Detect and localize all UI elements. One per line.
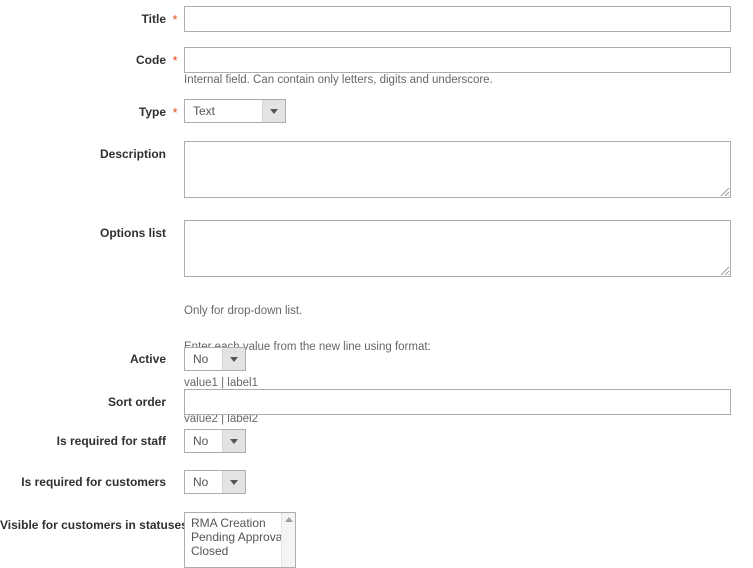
label-title: Title: [141, 12, 166, 26]
sort-order-input[interactable]: [184, 389, 731, 415]
label-sort-order: Sort order: [107, 395, 166, 409]
field-is-required-for-customers: Is required for customers No: [0, 470, 753, 494]
options-note-line-1: Only for drop-down list.: [184, 305, 303, 317]
label-is-required-for-customers: Is required for customers: [21, 475, 166, 489]
label-type: Type: [138, 105, 166, 119]
label-options-list: Options list: [100, 226, 166, 240]
field-active: Active No: [0, 347, 753, 371]
is-required-for-customers-value: No: [193, 475, 209, 489]
type-select-value: Text: [193, 104, 216, 118]
multiselect-option[interactable]: Closed: [191, 544, 281, 558]
field-is-required-for-staff: Is required for staff No: [0, 429, 753, 453]
required-asterisk-type: *: [172, 105, 178, 120]
multiselect-option[interactable]: Pending Approval: [191, 530, 285, 544]
code-note: Internal field. Can contain only letters…: [184, 74, 493, 86]
required-asterisk-code: *: [172, 53, 178, 68]
visible-statuses-multiselect[interactable]: RMA Creation Pending Approval Closed: [184, 512, 296, 568]
label-visible-for-customers-in-statuses: Visible for customers in statuses: [0, 518, 188, 532]
required-asterisk-title: *: [172, 12, 178, 27]
active-select[interactable]: No: [184, 347, 246, 371]
options-list-wrapper: [184, 220, 731, 277]
multiselect-box[interactable]: RMA Creation Pending Approval Closed: [184, 512, 296, 568]
label-active: Active: [129, 352, 166, 366]
chevron-down-icon: [270, 108, 278, 114]
options-note-line-3: value1 | label1: [184, 377, 258, 389]
label-code: Code: [136, 53, 166, 67]
description-wrapper: [184, 141, 731, 198]
chevron-down-icon: [230, 479, 238, 485]
options-list-textarea[interactable]: [184, 220, 731, 277]
description-textarea[interactable]: [184, 141, 731, 198]
active-select-button[interactable]: [222, 348, 245, 370]
field-type: Type * Text: [0, 99, 753, 123]
is-required-for-staff-select[interactable]: No: [184, 429, 246, 453]
chevron-down-icon: [230, 356, 238, 362]
type-select-button[interactable]: [262, 100, 285, 122]
is-required-for-staff-value: No: [193, 434, 209, 448]
custom-field-form: Title * Code * Internal field. Can conta…: [0, 0, 753, 568]
label-description: Description: [99, 147, 166, 161]
multiselect-option[interactable]: RMA Creation: [191, 516, 281, 530]
is-required-for-staff-button[interactable]: [222, 430, 245, 452]
chevron-down-icon: [230, 438, 238, 444]
label-is-required-for-staff: Is required for staff: [56, 434, 166, 448]
is-required-for-customers-button[interactable]: [222, 471, 245, 493]
active-select-value: No: [193, 352, 209, 366]
chevron-up-icon[interactable]: [284, 517, 293, 522]
is-required-for-customers-select[interactable]: No: [184, 470, 246, 494]
type-select[interactable]: Text: [184, 99, 286, 123]
title-input[interactable]: [184, 6, 731, 32]
code-input[interactable]: [184, 47, 731, 73]
